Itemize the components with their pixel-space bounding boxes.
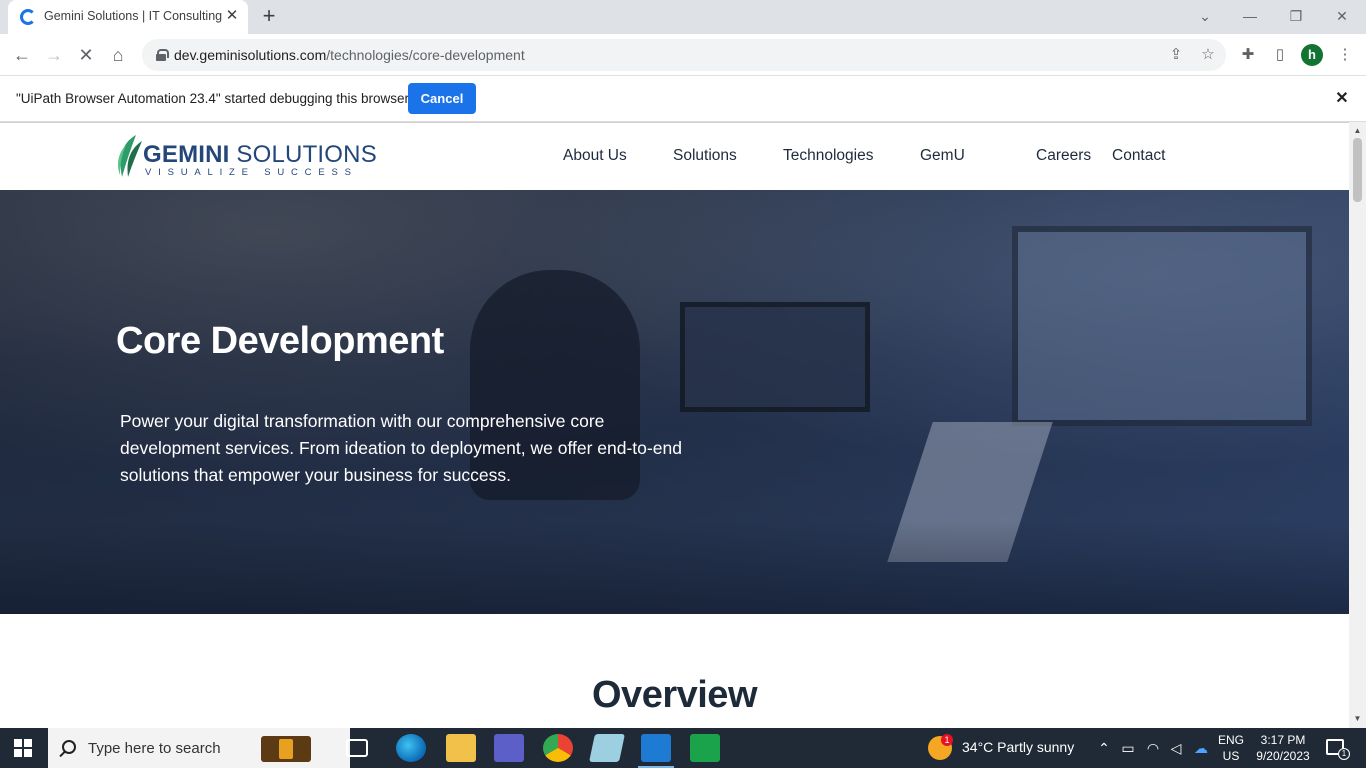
volume-muted-icon[interactable]: ◁ (1167, 738, 1185, 758)
system-clock[interactable]: 3:17 PM 9/20/2023 (1256, 732, 1310, 764)
close-infobar-icon[interactable]: ✕ (1332, 89, 1352, 109)
windows-start-icon[interactable] (14, 739, 32, 757)
infobar-message: "UiPath Browser Automation 23.4" started… (16, 91, 410, 106)
page-scrollbar[interactable]: ▲ ▼ (1349, 122, 1366, 728)
show-hidden-icons-chevron-icon[interactable]: ⌃ (1095, 738, 1113, 758)
windows-taskbar: Type here to search 1 34°C Partly sunny … (0, 728, 1366, 768)
taskbar-search-box[interactable]: Type here to search (48, 728, 350, 768)
site-header: GEMINI SOLUTIONS VISUALIZE SUCCESS About… (0, 122, 1349, 190)
notepad-app-icon[interactable] (589, 734, 625, 762)
cancel-debugging-button[interactable]: Cancel (408, 83, 476, 114)
back-icon[interactable]: ← (10, 43, 34, 67)
scroll-down-arrow-icon[interactable]: ▼ (1353, 714, 1362, 723)
hero-banner: Core Development Power your digital tran… (0, 190, 1349, 614)
chrome-icon[interactable] (543, 734, 573, 762)
profile-avatar[interactable]: h (1301, 44, 1323, 66)
weather-text[interactable]: 34°C Partly sunny (962, 739, 1074, 755)
input-language-indicator[interactable]: ENG US (1218, 732, 1244, 764)
notification-count-badge: 1 (1338, 748, 1350, 760)
page-viewport: GEMINI SOLUTIONS VISUALIZE SUCCESS About… (0, 122, 1366, 728)
menu-icon[interactable]: ⋮ (1334, 44, 1356, 66)
extensions-icon[interactable]: ✚ (1237, 44, 1259, 66)
scroll-up-arrow-icon[interactable]: ▲ (1353, 126, 1362, 135)
minimize-icon[interactable]: — (1238, 4, 1262, 28)
logo-wordmark: GEMINI SOLUTIONS (143, 141, 377, 168)
tab-search-chevron-icon[interactable]: ⌄ (1193, 4, 1217, 28)
stop-loading-icon[interactable]: ✕ (74, 43, 98, 67)
wifi-icon[interactable]: ◠ (1144, 738, 1162, 758)
hero-monitor-right (1012, 226, 1312, 426)
home-icon[interactable]: ⌂ (106, 43, 130, 67)
weather-alert-badge: 1 (941, 734, 953, 746)
browser-tab[interactable]: Gemini Solutions | IT Consulting ✕ (8, 0, 248, 34)
loading-favicon-icon (20, 9, 36, 25)
browser-toolbar: ← → ✕ ⌂ dev.geminisolutions.com/technolo… (0, 34, 1366, 76)
nav-careers[interactable]: Careers (1036, 147, 1091, 165)
forward-icon[interactable]: → (42, 43, 66, 67)
hero-desk-shade (0, 520, 1349, 614)
hero-description: Power your digital transformation with o… (120, 411, 682, 485)
nav-contact[interactable]: Contact (1112, 147, 1165, 165)
new-tab-icon[interactable]: + (258, 5, 280, 28)
nav-technologies[interactable]: Technologies (783, 147, 873, 165)
hero-monitor-center (680, 302, 870, 412)
overview-heading: Overview (592, 674, 758, 716)
address-bar[interactable]: dev.geminisolutions.com/technologies/cor… (142, 39, 1226, 71)
nav-about-us[interactable]: About Us (563, 147, 627, 165)
debugging-infobar: "UiPath Browser Automation 23.4" started… (0, 76, 1366, 122)
scrollbar-thumb[interactable] (1353, 138, 1362, 202)
browser-tab-strip: Gemini Solutions | IT Consulting ✕ + ⌄ —… (0, 0, 1366, 34)
battery-icon[interactable]: ▭ (1119, 738, 1137, 758)
teams-icon[interactable] (494, 734, 524, 762)
restore-icon[interactable]: ❐ (1284, 4, 1308, 28)
file-explorer-icon[interactable] (446, 734, 476, 762)
nav-gemu[interactable]: GemU (920, 147, 965, 165)
tab-title: Gemini Solutions | IT Consulting (44, 9, 222, 23)
leaf-logo-icon (118, 135, 142, 177)
share-icon[interactable]: ⇪ (1166, 45, 1186, 65)
edge-browser-icon[interactable] (396, 734, 426, 762)
onedrive-cloud-icon[interactable]: ☁ (1192, 738, 1210, 758)
side-panel-icon[interactable]: ▯ (1269, 44, 1291, 66)
search-icon (62, 740, 76, 754)
logo-tagline: VISUALIZE SUCCESS (145, 167, 358, 178)
bookmark-star-icon[interactable]: ☆ (1198, 45, 1218, 65)
task-view-icon[interactable] (346, 739, 368, 757)
lock-icon[interactable] (156, 49, 169, 61)
close-window-icon[interactable]: ✕ (1330, 4, 1354, 28)
gemini-logo[interactable]: GEMINI SOLUTIONS VISUALIZE SUCCESS (116, 133, 377, 183)
hero-title: Core Development (116, 320, 444, 362)
taskbar-search-placeholder: Type here to search (88, 740, 221, 757)
uipath-assistant-icon[interactable] (690, 734, 720, 762)
url-text[interactable]: dev.geminisolutions.com/technologies/cor… (174, 47, 525, 63)
search-highlight-icon[interactable] (261, 736, 311, 762)
uipath-studio-icon[interactable] (638, 734, 674, 768)
nav-solutions[interactable]: Solutions (673, 147, 737, 165)
close-tab-icon[interactable]: ✕ (224, 8, 240, 24)
